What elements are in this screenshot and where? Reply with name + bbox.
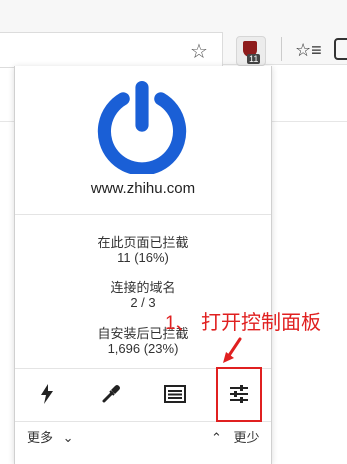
favorites-icon[interactable]: ☆≡: [295, 40, 322, 61]
stat-label-domains: 连接的域名: [110, 280, 176, 295]
extension-button[interactable]: 11: [236, 36, 266, 66]
extension-badge: 11: [247, 54, 261, 64]
profile-icon[interactable]: [334, 38, 347, 60]
lightning-icon: [41, 384, 53, 404]
toolbar-divider: [281, 37, 282, 61]
stat-value-blocked-page: 11 (16%): [117, 250, 169, 265]
current-domain: www.zhihu.com: [90, 180, 196, 197]
eyedropper-icon: [102, 385, 120, 403]
chevron-up-icon: ⌃: [211, 430, 222, 445]
less-button[interactable]: ⌃ 更少: [211, 427, 260, 446]
annotation-highlight-box: [216, 367, 262, 422]
chevron-down-icon: ⌄: [62, 430, 74, 445]
popup-footer: 更多 ⌄ ⌃ 更少: [15, 422, 271, 464]
lightning-button[interactable]: [15, 368, 79, 420]
annotation-text: 打开控制面板: [201, 312, 321, 334]
more-button[interactable]: 更多 ⌄: [27, 427, 74, 446]
eyedropper-button[interactable]: [79, 368, 143, 420]
power-button-icon[interactable]: [95, 80, 189, 174]
divider: [15, 214, 271, 215]
stat-label-blocked-page: 在此页面已拦截: [97, 235, 189, 250]
less-label: 更少: [233, 430, 260, 445]
more-label: 更多: [27, 430, 54, 445]
browser-toolbar: ☆ 11 ☆≡: [0, 0, 347, 68]
logger-button[interactable]: [143, 368, 207, 420]
annotation-step-number: 1、: [165, 313, 195, 334]
annotation-arrow-icon: [223, 337, 242, 363]
star-outline-icon[interactable]: ☆: [190, 39, 208, 64]
logger-icon: [164, 385, 186, 403]
